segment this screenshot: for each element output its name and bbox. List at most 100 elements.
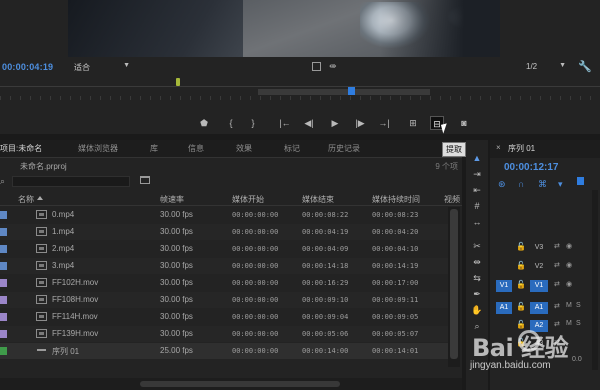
lock-icon[interactable]: 🔓 [516,242,526,251]
list-item[interactable]: 3.mp4 30.00 fps 00:00:00:00 00:00:14:18 … [0,258,448,274]
nest-toggle-icon[interactable]: ⊛ [498,179,506,190]
sort-ascending-icon[interactable] [37,196,43,200]
play-icon[interactable]: ▶ [328,116,342,130]
column-frame-rate[interactable]: 帧速率 [160,194,184,205]
sync-lock-icon[interactable]: ⇄ [554,261,560,269]
wrench-icon[interactable]: 🔧 [578,60,592,73]
track-select-icon[interactable]: ⇥ [470,168,484,181]
playhead-timecode[interactable]: 00:00:04:19 [2,62,53,72]
lock-icon[interactable]: 🔓 [516,280,526,289]
list-item[interactable]: FF102H.mov 30.00 fps 00:00:00:00 00:00:1… [0,275,448,291]
step-back-icon[interactable]: ◀| [302,116,316,130]
playhead-handle[interactable] [348,87,355,95]
solo-toggle[interactable]: S [576,320,581,327]
lock-icon[interactable]: 🔓 [516,320,526,329]
monitor-time-ruler[interactable] [0,76,600,100]
tab-media-browser[interactable]: 媒体浏览器 [78,143,118,154]
item-end: 00:00:14:18 [302,262,349,270]
timeline-scrollbar[interactable] [592,190,598,370]
tab-effects[interactable]: 效果 [236,143,252,154]
lock-icon[interactable]: 🔓 [516,302,526,311]
lift-icon[interactable]: ⊞ [406,116,420,130]
item-start: 00:00:00:00 [232,330,279,338]
eye-icon[interactable]: ◉ [566,280,572,288]
tab-sequence[interactable]: 序列 01 [508,143,535,154]
sync-lock-icon[interactable]: ⇄ [554,242,560,250]
go-to-in-icon[interactable]: |← [278,116,292,130]
list-item[interactable]: 0.mp4 30.00 fps 00:00:00:00 00:00:08:22 … [0,207,448,223]
tab-info[interactable]: 信息 [188,143,204,154]
close-icon[interactable]: × [496,143,501,152]
zoom-fit-select[interactable]: 适合 ▼ [74,62,130,72]
new-bin-icon[interactable] [140,176,150,184]
lock-icon[interactable]: 🔓 [516,338,526,347]
column-media-start[interactable]: 媒体开始 [232,194,264,205]
pen-icon[interactable]: ✒ [470,288,484,301]
tab-project[interactable]: 项目:未命名 [0,143,42,154]
track-v1[interactable]: V1 🔓 V1 ⇄ ◉ [490,278,600,294]
column-video[interactable]: 视频 [444,194,460,205]
go-to-out-icon[interactable]: →| [377,116,391,130]
safe-margins-icon[interactable] [312,62,321,71]
mute-toggle[interactable]: M [566,320,572,327]
sync-lock-icon[interactable]: ⇄ [554,320,560,328]
ripple-edit-icon[interactable]: ⇤ [470,184,484,197]
item-start: 00:00:00:00 [232,262,279,270]
list-item[interactable]: 1.mp4 30.00 fps 00:00:00:00 00:00:04:19 … [0,224,448,240]
linked-selection-icon[interactable]: ⌘ [538,179,547,190]
source-patch-a1[interactable]: A1 [496,302,512,314]
export-frame-icon[interactable]: ◙ [457,116,471,130]
column-name[interactable]: 名称 [18,194,34,205]
marker-icon[interactable]: ⬟ [197,116,211,130]
track-a3[interactable]: 🔓 A3 ⇄ [490,336,600,352]
tab-history[interactable]: 历史记录 [328,143,360,154]
sequence-timecode[interactable]: 00:00:12:17 [504,162,558,173]
vertical-scrollbar[interactable] [448,207,460,367]
rolling-edit-icon[interactable]: # [470,200,484,213]
slide-icon[interactable]: ⇆ [470,272,484,285]
track-v3[interactable]: 🔓 V3 ⇄ ◉ [490,240,600,256]
master-volume-value[interactable]: 0.0 [572,356,582,363]
hand-icon[interactable]: ✋ [470,304,484,317]
source-patch-v1[interactable]: V1 [496,280,512,292]
mute-toggle[interactable]: M [566,302,572,309]
tab-libraries[interactable]: 库 [150,143,158,154]
tab-markers[interactable]: 标记 [284,143,300,154]
snap-icon[interactable]: ∩ [518,179,524,189]
playback-resolution-select[interactable]: 1/2 ▼ [526,62,566,72]
search-icon[interactable]: ⌕ [0,176,5,187]
solo-toggle[interactable]: S [576,302,581,309]
column-media-duration[interactable]: 媒体持续时间 [372,194,420,205]
track-a1[interactable]: A1 🔓 A1 ⇄ M S [490,300,600,316]
column-media-end[interactable]: 媒体结束 [302,194,334,205]
list-item[interactable]: FF139H.mov 30.00 fps 00:00:00:00 00:00:0… [0,326,448,342]
sync-lock-icon[interactable]: ⇄ [554,338,560,346]
list-item[interactable]: FF108H.mov 30.00 fps 00:00:00:00 00:00:0… [0,292,448,308]
add-marker-icon[interactable]: ▾ [558,179,563,190]
track-a2[interactable]: 🔓 A2 ⇄ M S [490,318,600,334]
track-v2[interactable]: 🔓 V2 ⇄ ◉ [490,259,600,275]
list-item[interactable]: 2.mp4 30.00 fps 00:00:00:00 00:00:04:09 … [0,241,448,257]
mark-in-icon[interactable]: { [224,116,238,130]
item-name: 3.mp4 [52,261,75,270]
mark-out-icon[interactable]: } [246,116,260,130]
rate-stretch-icon[interactable]: ↔ [470,216,484,229]
search-input[interactable] [12,176,130,187]
lock-icon[interactable]: 🔓 [516,261,526,270]
in-point-marker[interactable] [176,78,180,86]
slip-icon[interactable]: ⇹ [470,256,484,269]
eye-icon[interactable]: ◉ [566,242,572,250]
horizontal-scrollbar[interactable] [0,378,462,390]
step-forward-icon[interactable]: |▶ [353,116,367,130]
zoom-icon[interactable]: ⌕ [470,320,484,333]
selection-tool-icon[interactable]: ▲ [470,152,484,165]
list-item[interactable]: 序列 01 25.00 fps 00:00:00:00 00:00:14:00 … [0,343,448,359]
eye-icon[interactable]: ◉ [566,261,572,269]
razor-icon[interactable]: ✂ [470,240,484,253]
master-track[interactable]: 0.0 [490,354,600,370]
sync-lock-icon[interactable]: ⇄ [554,280,560,288]
list-item[interactable]: FF114H.mov 30.00 fps 00:00:00:00 00:00:0… [0,309,448,325]
fit-width-icon[interactable]: ⇼ [329,61,337,72]
work-area-bar[interactable] [258,89,430,95]
sync-lock-icon[interactable]: ⇄ [554,302,560,310]
